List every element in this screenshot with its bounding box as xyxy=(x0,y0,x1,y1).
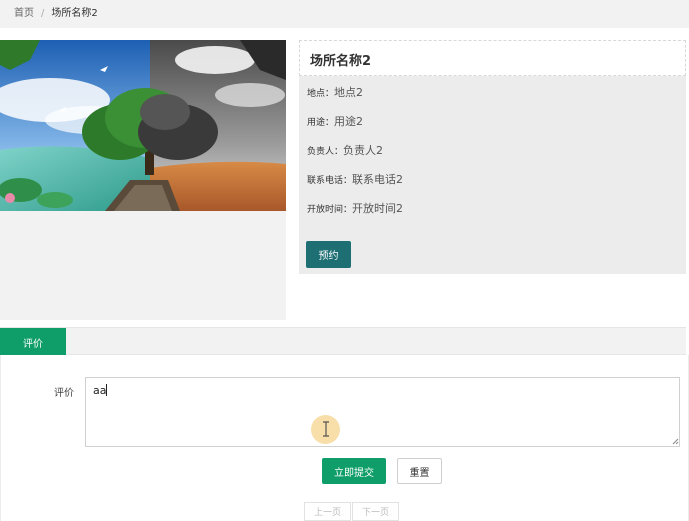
info-row-phone: 联系电话：联系电话2 xyxy=(307,171,403,187)
breadcrumb-separator: / xyxy=(41,8,45,19)
info-row-open-hours: 开放时间：开放时间2 xyxy=(307,200,403,216)
tab-review[interactable]: 评价 xyxy=(0,328,66,356)
breadcrumb-home-link[interactable]: 首页 xyxy=(14,8,34,19)
review-textarea[interactable]: aa xyxy=(85,377,680,447)
venue-image-panel xyxy=(0,40,286,320)
info-value: 用途2 xyxy=(334,115,364,128)
info-label: 用途： xyxy=(307,118,335,128)
info-value: 联系电话2 xyxy=(352,173,404,186)
venue-info-panel: 场所名称2 地点：地点2 用途：用途2 负责人：负责人2 联系电话：联系电话2 … xyxy=(299,40,686,274)
next-page-button[interactable]: 下一页 xyxy=(352,502,399,521)
review-text-value: aa xyxy=(93,384,107,397)
prev-page-button[interactable]: 上一页 xyxy=(304,502,351,521)
venue-title-box: 场所名称2 xyxy=(299,40,686,76)
breadcrumb-current: 场所名称2 xyxy=(51,8,98,19)
venue-detail-page: 首页 / 场所名称2 场所名称2 地点：地点2 用途：用途2 负责人：负责人2 … xyxy=(0,0,689,521)
resize-grip-icon[interactable] xyxy=(672,438,679,445)
submit-button[interactable]: 立即提交 xyxy=(322,458,386,484)
reset-button[interactable]: 重置 xyxy=(397,458,442,484)
info-label: 负责人： xyxy=(307,147,344,157)
venue-photo xyxy=(0,40,286,211)
venue-title: 场所名称2 xyxy=(310,54,372,69)
info-label: 联系电话： xyxy=(307,176,353,186)
info-row-purpose: 用途：用途2 xyxy=(307,113,363,129)
book-button[interactable]: 预约 xyxy=(306,241,351,268)
info-label: 地点： xyxy=(307,89,335,99)
info-value: 负责人2 xyxy=(343,144,384,157)
text-cursor-icon xyxy=(323,421,329,437)
info-value: 开放时间2 xyxy=(352,202,404,215)
text-caret xyxy=(106,384,108,396)
review-field-label: 评价 xyxy=(54,388,74,399)
info-value: 地点2 xyxy=(334,86,364,99)
info-row-location: 地点：地点2 xyxy=(307,84,363,100)
tab-bar: 评价 xyxy=(0,327,686,356)
info-label: 开放时间： xyxy=(307,205,353,215)
breadcrumb: 首页 / 场所名称2 xyxy=(0,0,689,28)
info-row-manager: 负责人：负责人2 xyxy=(307,142,383,158)
